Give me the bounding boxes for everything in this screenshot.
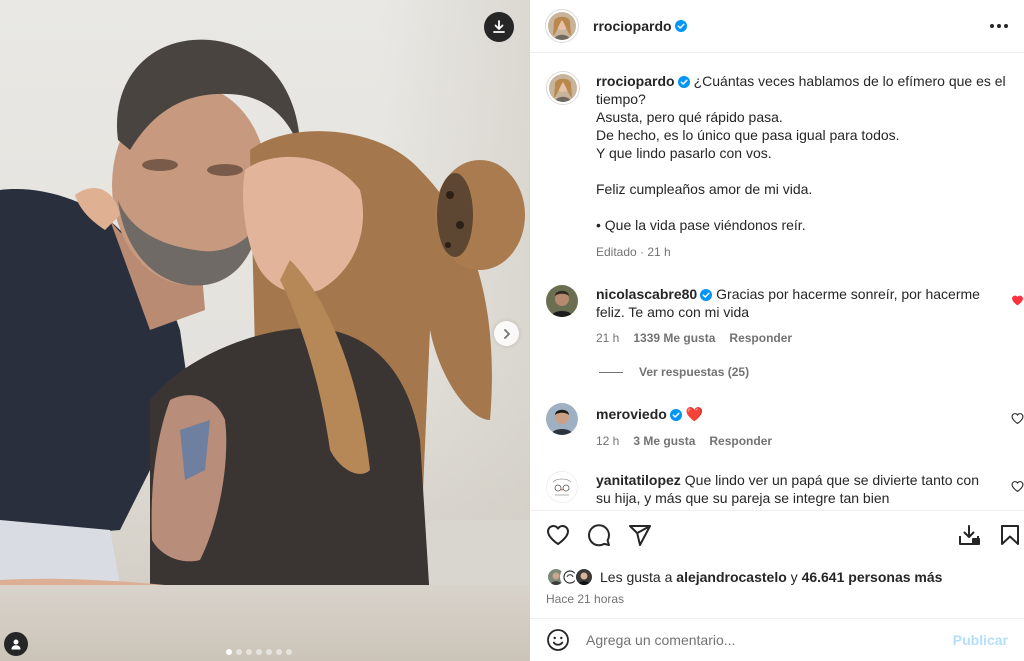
post-details-panel: rrociopardo rrociopardo ¿Cuántas veces h…: [530, 0, 1024, 661]
author-username[interactable]: rrociopardo: [593, 18, 672, 34]
caption-edited: Editado: [596, 245, 637, 259]
comment-avatar[interactable]: [546, 471, 578, 503]
verified-badge-icon: [700, 289, 713, 301]
heart-icon[interactable]: [1011, 480, 1024, 493]
view-replies-label: Ver respuestas (25): [639, 365, 750, 379]
add-comment-bar: Publicar: [530, 618, 1024, 661]
carousel-dot: [276, 649, 282, 655]
caption-body: rrociopardo ¿Cuántas veces hablamos de lo…: [596, 72, 1006, 261]
verified-badge-icon: [669, 409, 682, 421]
comment-meta: 21 h 1339 Me gusta Responder: [596, 329, 996, 347]
emoji-icon[interactable]: [546, 628, 570, 652]
comment-body: meroviedo ❤️ 12 h 3 Me gusta Responder: [596, 403, 996, 450]
download-icon: [493, 20, 505, 33]
post-photo[interactable]: [0, 0, 530, 661]
comment-author[interactable]: yanitatilopez: [596, 472, 681, 488]
user-tag-icon: [11, 639, 21, 650]
carousel-indicator: [226, 649, 292, 655]
post-header: rrociopardo: [530, 0, 1024, 53]
liked-heart-icon[interactable]: [1011, 294, 1024, 307]
author-avatar[interactable]: [548, 12, 576, 40]
post-actions: Les gusta a alejandrocastelo y 46.641 pe…: [530, 510, 1024, 618]
carousel-dot: [246, 649, 252, 655]
caption-text: ¿Cuántas veces hablamos de lo efímero qu…: [596, 73, 1006, 233]
view-replies-button[interactable]: Ver respuestas (25): [599, 365, 749, 379]
carousel-dot: [266, 649, 272, 655]
author-avatar-ring[interactable]: [545, 9, 579, 43]
comment-avatar[interactable]: [546, 403, 578, 435]
liker-avatar: [574, 567, 594, 587]
chevron-right-icon: [503, 328, 510, 339]
likers-avatars[interactable]: [546, 567, 594, 587]
comment-meta: 12 h 3 Me gusta Responder: [596, 432, 996, 450]
heart-icon[interactable]: [546, 523, 570, 547]
likes-user[interactable]: alejandrocastelo: [676, 569, 787, 585]
comment-author[interactable]: nicolascabre80: [596, 286, 697, 302]
comment-item: meroviedo ❤️ 12 h 3 Me gusta Responder: [546, 403, 1024, 450]
heart-icon[interactable]: [1011, 412, 1024, 425]
post-timestamp[interactable]: Hace 21 horas: [546, 592, 624, 606]
comment-body: nicolascabre80 Gracias por hacerme sonreí…: [596, 285, 996, 347]
more-horizontal-icon: [990, 24, 994, 28]
likes-others[interactable]: 46.641 personas más: [802, 569, 943, 585]
caption-avatar[interactable]: [549, 74, 577, 102]
comment-avatar[interactable]: [546, 285, 578, 317]
caption-time[interactable]: 21 h: [647, 245, 670, 259]
bookmark-icon[interactable]: [998, 523, 1022, 547]
reply-button[interactable]: Responder: [729, 331, 792, 345]
comments-section: rrociopardo ¿Cuántas veces hablamos de lo…: [530, 53, 1024, 510]
photo-illustration: [0, 39, 525, 638]
comment-author[interactable]: meroviedo: [596, 406, 667, 422]
verified-badge-icon: [677, 76, 690, 88]
comment-item: yanitatilopez Que lindo ver un papá que s…: [546, 471, 1024, 507]
caption-author[interactable]: rrociopardo: [596, 73, 675, 89]
likes-and: y: [790, 569, 798, 585]
download-post-icon[interactable]: [957, 523, 981, 547]
view-replies-divider: [599, 371, 623, 373]
user-tag-button[interactable]: [4, 632, 28, 656]
carousel-dot: [256, 649, 262, 655]
comment-body: yanitatilopez Que lindo ver un papá que s…: [596, 471, 996, 507]
action-icons-row: [546, 523, 1019, 553]
caption: rrociopardo ¿Cuántas veces hablamos de lo…: [546, 71, 1016, 261]
likes-prefix: Les gusta a: [600, 569, 673, 585]
carousel-dot: [236, 649, 242, 655]
comment-likes[interactable]: 3 Me gusta: [633, 434, 695, 448]
carousel-dot: [286, 649, 292, 655]
caption-meta: Editado · 21 h: [596, 245, 671, 259]
likes-summary: Les gusta a alejandrocastelo y 46.641 pe…: [546, 567, 942, 587]
comment-time[interactable]: 12 h: [596, 434, 619, 448]
publish-button[interactable]: Publicar: [953, 632, 1008, 648]
download-button[interactable]: [484, 12, 514, 42]
carousel-dot: [226, 649, 232, 655]
reply-button[interactable]: Responder: [709, 434, 772, 448]
comment-icon[interactable]: [587, 523, 611, 547]
verified-badge-icon: [674, 20, 687, 32]
comment-input[interactable]: [586, 632, 953, 648]
comment-item: nicolascabre80 Gracias por hacerme sonreí…: [546, 285, 1023, 347]
paper-plane-icon[interactable]: [628, 523, 652, 547]
next-slide-button[interactable]: [494, 321, 519, 346]
comment-likes[interactable]: 1339 Me gusta: [633, 331, 715, 345]
comment-time[interactable]: 21 h: [596, 331, 619, 345]
caption-avatar-ring[interactable]: [546, 71, 580, 105]
more-options-button[interactable]: [990, 24, 1008, 28]
comment-text: ❤️: [685, 406, 704, 422]
